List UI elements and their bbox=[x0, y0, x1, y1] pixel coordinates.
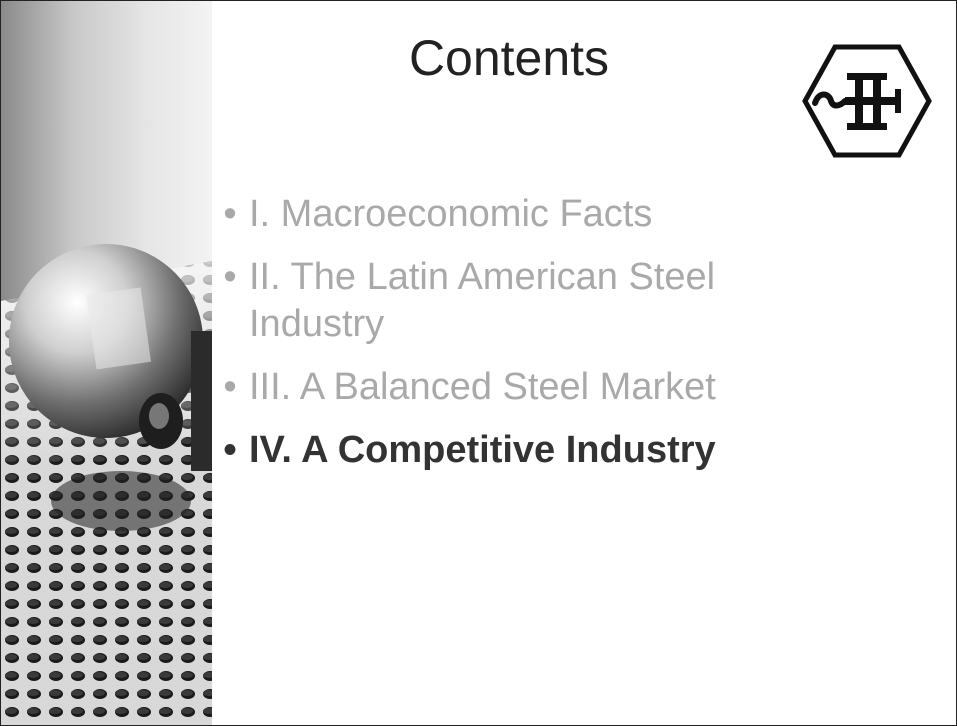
list-item: • II. The Latin American Steel Industry bbox=[211, 254, 851, 348]
list-item-label: I. Macroeconomic Facts bbox=[249, 193, 653, 235]
list-item-label: IV. A Competitive Industry bbox=[249, 429, 716, 471]
bullet: • bbox=[223, 256, 237, 298]
list-item-current: • IV. A Competitive Industry bbox=[211, 427, 851, 474]
bullet: • bbox=[223, 429, 237, 471]
list-item: • I. Macroeconomic Facts bbox=[211, 191, 851, 238]
contents-list: • I. Macroeconomic Facts • II. The Latin… bbox=[211, 191, 851, 490]
slide: Contents • I. Macroeconomic Facts • II. … bbox=[0, 0, 957, 726]
list-item: • III. A Balanced Steel Market bbox=[211, 364, 851, 411]
slide-title: Contents bbox=[408, 30, 610, 86]
steel-sphere-photo bbox=[1, 1, 212, 725]
list-item-label: II. The Latin American Steel Industry bbox=[249, 256, 716, 345]
hexagon-h-logo-icon bbox=[801, 43, 933, 159]
list-item-label: III. A Balanced Steel Market bbox=[249, 366, 716, 408]
bullet: • bbox=[223, 366, 237, 408]
bullet: • bbox=[223, 193, 237, 235]
